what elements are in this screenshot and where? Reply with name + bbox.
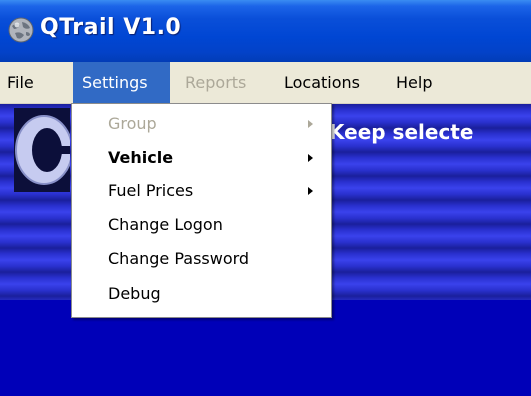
title-bar[interactable]: QTrail V1.0: [0, 0, 531, 62]
menu-bar: File Settings Reports Locations Help: [0, 62, 531, 104]
app-logo: [14, 108, 70, 192]
settings-dropdown-menu: Group Vehicle Fuel Prices Change Logon C…: [71, 103, 332, 318]
menu-item-label: Vehicle: [108, 148, 174, 167]
menu-item-fuel-prices[interactable]: Fuel Prices: [72, 174, 331, 208]
menu-reports: Reports: [185, 73, 247, 92]
menu-item-change-logon[interactable]: Change Logon: [72, 208, 331, 242]
menu-item-label: Group: [108, 114, 157, 133]
menu-item-label: Change Password: [108, 249, 250, 268]
menu-settings[interactable]: Settings: [73, 62, 170, 103]
chevron-right-icon: [308, 187, 313, 195]
menu-item-vehicle[interactable]: Vehicle: [72, 141, 331, 175]
app-window: QTrail V1.0 File Settings Reports Locati…: [0, 0, 531, 396]
menu-item-debug[interactable]: Debug: [72, 277, 331, 311]
menu-locations[interactable]: Locations: [277, 62, 367, 103]
menu-item-change-password[interactable]: Change Password: [72, 242, 331, 276]
chevron-right-icon: [308, 154, 313, 162]
menu-item-label: Fuel Prices: [108, 181, 194, 200]
menu-file[interactable]: File: [0, 62, 41, 103]
globe-icon: [8, 17, 34, 43]
menu-item-label: Change Logon: [108, 215, 223, 234]
menu-item-label: Debug: [108, 284, 161, 303]
menu-help[interactable]: Help: [389, 62, 439, 103]
keep-selected-label: Keep selecte: [329, 120, 474, 144]
menu-item-group: Group: [72, 107, 331, 141]
chevron-right-icon: [308, 120, 313, 128]
window-title: QTrail V1.0: [40, 15, 182, 40]
